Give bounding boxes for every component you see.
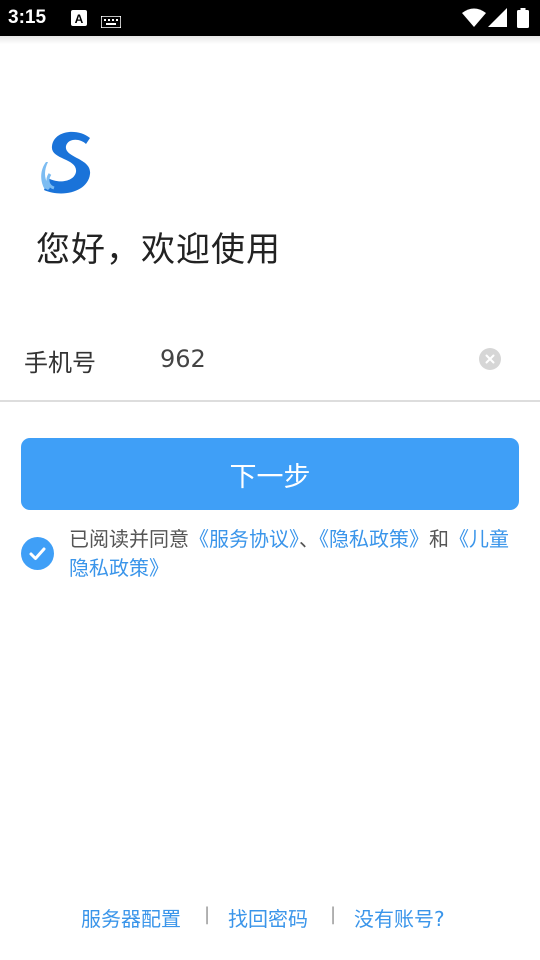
battery-icon <box>517 8 529 32</box>
footer-separator: | <box>330 904 337 925</box>
forgot-password-link[interactable]: 找回密码 <box>228 903 308 932</box>
phone-label: 手机号 <box>24 349 96 377</box>
wifi-icon <box>462 8 486 32</box>
signal-icon <box>488 8 508 32</box>
clear-icon[interactable] <box>479 348 501 370</box>
a-notification-icon: A <box>71 10 87 30</box>
phone-input[interactable] <box>160 340 460 378</box>
s-logo-icon <box>40 126 96 196</box>
footer-links: 服务器配置 | 找回密码 | 没有账号? <box>0 903 540 933</box>
svg-text:A: A <box>75 12 84 26</box>
status-bar-shadow <box>0 36 540 44</box>
status-bar: 3:15 A <box>0 0 540 36</box>
no-account-link[interactable]: 没有账号? <box>354 903 445 932</box>
footer-separator: | <box>204 904 211 925</box>
server-config-link[interactable]: 服务器配置 <box>81 903 181 932</box>
agreement-separator: 、 <box>299 527 319 551</box>
keyboard-icon <box>100 13 122 32</box>
status-time: 3:15 <box>8 7 47 28</box>
agreement-and: 和 <box>429 527 449 551</box>
agreement-checkbox[interactable] <box>21 537 54 570</box>
agreement-prefix: 已阅读并同意 <box>69 527 189 551</box>
privacy-policy-link[interactable]: 《隐私政策》 <box>319 527 429 551</box>
service-agreement-link[interactable]: 《服务协议》 <box>189 527 299 551</box>
agreement-text: 已阅读并同意《服务协议》、《隐私政策》和《儿童隐私政策》 <box>69 525 519 583</box>
next-button[interactable]: 下一步 <box>21 438 519 510</box>
check-icon <box>29 547 46 560</box>
welcome-title: 您好，欢迎使用 <box>36 230 281 270</box>
input-divider <box>0 400 540 402</box>
